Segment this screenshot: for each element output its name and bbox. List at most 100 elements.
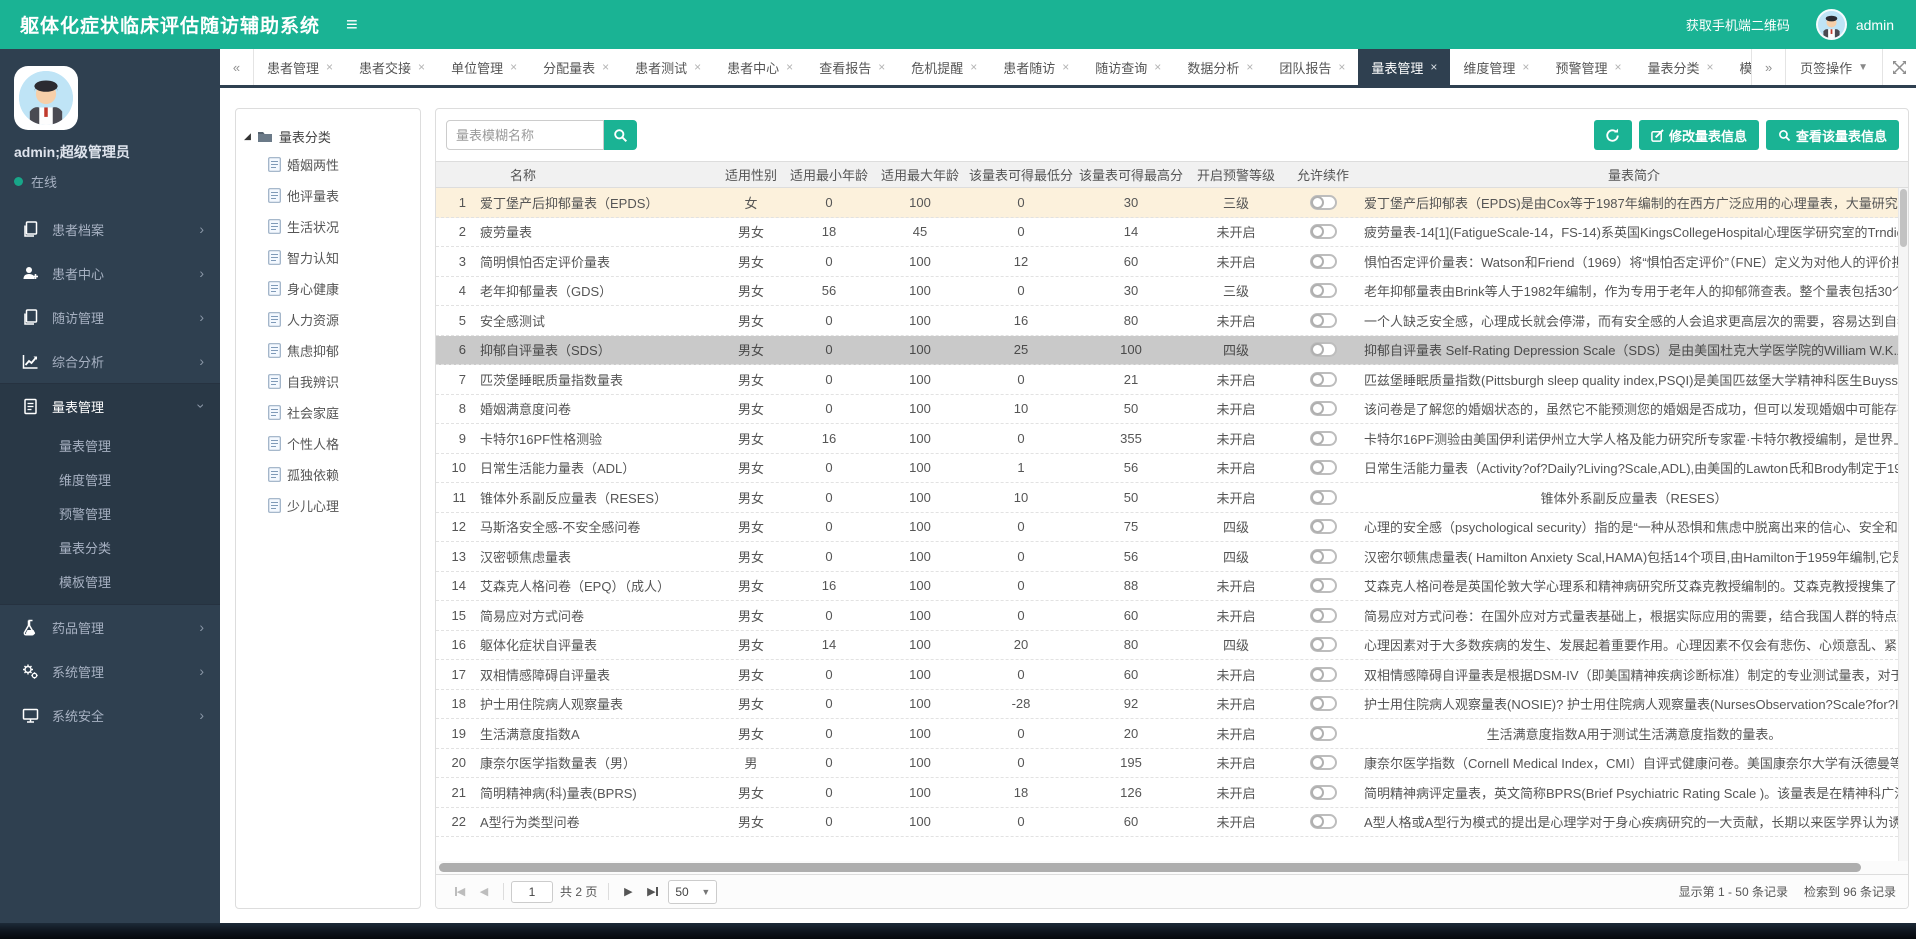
sidebar-item-系统安全[interactable]: 系统安全› — [0, 693, 220, 737]
tab-close-icon[interactable]: × — [786, 60, 793, 74]
table-row-11[interactable]: 11锥体外系副反应量表（RESES）男女01001050未开启锥体外系副反应量表… — [436, 483, 1908, 513]
column-header-该量表可得最低分[interactable]: 该量表可得最低分 — [966, 165, 1076, 184]
tab-close-icon[interactable]: × — [1246, 60, 1253, 74]
tab-close-icon[interactable]: × — [694, 60, 701, 74]
table-row-7[interactable]: 7匹茨堡睡眠质量指数量表男女0100021未开启匹兹堡睡眠质量指数(Pittsb… — [436, 365, 1908, 395]
table-row-19[interactable]: 19生活满意度指数A男女0100020未开启生活满意度指数A用于测试生活满意度指… — [436, 719, 1908, 749]
table-row-9[interactable]: 9卡特尔16PF性格测验男女161000355未开启卡特尔16PF测验由美国伊利… — [436, 424, 1908, 454]
allow-continue-toggle[interactable] — [1310, 578, 1337, 593]
table-row-16[interactable]: 16躯体化症状自评量表男女141002080四级心理因素对于大多数疾病的发生、发… — [436, 631, 1908, 661]
tree-item-个性人格[interactable]: 个性人格 — [244, 428, 412, 459]
tab-危机提醒[interactable]: 危机提醒× — [898, 49, 990, 85]
column-header-适用最小年龄[interactable]: 适用最小年龄 — [784, 165, 874, 184]
search-input[interactable] — [446, 120, 604, 150]
search-button[interactable] — [604, 120, 637, 150]
table-row-15[interactable]: 15简易应对方式问卷男女0100060未开启简易应对方式问卷：在国外应对方式量表… — [436, 601, 1908, 631]
tab-单位管理[interactable]: 单位管理× — [438, 49, 530, 85]
sidebar-item-量表管理[interactable]: 量表管理› — [0, 384, 220, 428]
sidebar-item-随访管理[interactable]: 随访管理› — [0, 295, 220, 339]
last-page-button[interactable]: ▶ — [640, 881, 664, 903]
tab-团队报告[interactable]: 团队报告× — [1266, 49, 1358, 85]
refresh-button[interactable] — [1594, 120, 1632, 150]
allow-continue-toggle[interactable] — [1310, 519, 1337, 534]
sidebar-item-患者中心[interactable]: 患者中心› — [0, 251, 220, 295]
allow-continue-toggle[interactable] — [1310, 549, 1337, 564]
tree-item-焦虑抑郁[interactable]: 焦虑抑郁 — [244, 335, 412, 366]
allow-continue-toggle[interactable] — [1310, 785, 1337, 800]
fullscreen-toggle-icon[interactable] — [1882, 49, 1916, 85]
table-row-13[interactable]: 13汉密顿焦虑量表男女0100056四级汉密尔顿焦虑量表( Hamilton A… — [436, 542, 1908, 572]
tree-expand-icon[interactable]: ◢ — [244, 131, 251, 142]
tab-量表管理[interactable]: 量表管理× — [1358, 49, 1450, 85]
tree-item-孤独依赖[interactable]: 孤独依赖 — [244, 459, 412, 490]
tab-close-icon[interactable]: × — [1614, 60, 1621, 74]
table-row-3[interactable]: 3简明惧怕否定评价量表男女01001260未开启惧怕否定评价量表：Watson和… — [436, 247, 1908, 277]
hamburger-menu-icon[interactable]: ≡ — [346, 15, 358, 35]
tab-查看报告[interactable]: 查看报告× — [806, 49, 898, 85]
allow-continue-toggle[interactable] — [1310, 814, 1337, 829]
tab-close-icon[interactable]: × — [1062, 60, 1069, 74]
tree-item-身心健康[interactable]: 身心健康 — [244, 273, 412, 304]
table-row-10[interactable]: 10日常生活能力量表（ADL）男女0100156未开启日常生活能力量表（Acti… — [436, 454, 1908, 484]
tab-数据分析[interactable]: 数据分析× — [1174, 49, 1266, 85]
tab-close-icon[interactable]: × — [970, 60, 977, 74]
sidebar-subitem-预警管理[interactable]: 预警管理 — [0, 496, 220, 530]
header-avatar[interactable] — [1816, 9, 1847, 40]
horizontal-scrollbar-thumb[interactable] — [439, 863, 1861, 872]
table-row-14[interactable]: 14艾森克人格问卷（EPQ）（成人）男女16100088未开启艾森克人格问卷是英… — [436, 572, 1908, 602]
tree-item-婚姻两性[interactable]: 婚姻两性 — [244, 149, 412, 180]
table-row-4[interactable]: 4老年抑郁量表（GDS）男女56100030三级老年抑郁量表由Brink等人于1… — [436, 277, 1908, 307]
tree-item-自我辨识[interactable]: 自我辨识 — [244, 366, 412, 397]
prev-page-button[interactable]: ◀ — [472, 881, 496, 903]
sidebar-subitem-模板管理[interactable]: 模板管理 — [0, 564, 220, 598]
tree-root-scale-category[interactable]: ◢ 量表分类 — [244, 123, 412, 149]
allow-continue-toggle[interactable] — [1310, 726, 1337, 741]
sidebar-subitem-量表分类[interactable]: 量表分类 — [0, 530, 220, 564]
table-row-18[interactable]: 18护士用住院病人观察量表男女0100-2892未开启护士用住院病人观察量表(N… — [436, 690, 1908, 720]
tab-close-icon[interactable]: × — [878, 60, 885, 74]
tab-close-icon[interactable]: × — [510, 60, 517, 74]
tab-close-icon[interactable]: × — [1338, 60, 1345, 74]
tree-item-人力资源[interactable]: 人力资源 — [244, 304, 412, 335]
allow-continue-toggle[interactable] — [1310, 372, 1337, 387]
tab-患者交接[interactable]: 患者交接× — [346, 49, 438, 85]
column-header-量表简介[interactable]: 量表简介 — [1360, 165, 1908, 184]
sidebar-item-综合分析[interactable]: 综合分析› — [0, 339, 220, 383]
page-size-select[interactable]: 50 ▼ — [668, 880, 717, 904]
sidebar-item-系统管理[interactable]: 系统管理› — [0, 649, 220, 693]
tab-分配量表[interactable]: 分配量表× — [530, 49, 622, 85]
tab-患者中心[interactable]: 患者中心× — [714, 49, 806, 85]
sidebar-item-患者档案[interactable]: 患者档案› — [0, 207, 220, 251]
column-header-该量表可得最高分[interactable]: 该量表可得最高分 — [1076, 165, 1186, 184]
table-row-8[interactable]: 8婚姻满意度问卷男女01001050未开启该问卷是了解您的婚姻状态的，虽然它不能… — [436, 395, 1908, 425]
allow-continue-toggle[interactable] — [1310, 195, 1337, 210]
column-header-名称[interactable]: 名称 — [466, 165, 718, 184]
allow-continue-toggle[interactable] — [1310, 401, 1337, 416]
horizontal-scrollbar[interactable] — [436, 861, 1908, 874]
allow-continue-toggle[interactable] — [1310, 608, 1337, 623]
tree-item-社会家庭[interactable]: 社会家庭 — [244, 397, 412, 428]
page-number-input[interactable]: 1 — [511, 881, 553, 903]
tree-item-他评量表[interactable]: 他评量表 — [244, 180, 412, 211]
sidebar-subitem-维度管理[interactable]: 维度管理 — [0, 462, 220, 496]
table-row-17[interactable]: 17双相情感障碍自评量表男女0100060未开启双相情感障碍自评量表是根据DSM… — [436, 660, 1908, 690]
allow-continue-toggle[interactable] — [1310, 460, 1337, 475]
tabs-scroll-left-button[interactable]: « — [220, 49, 254, 85]
tab-维度管理[interactable]: 维度管理× — [1450, 49, 1542, 85]
header-username[interactable]: admin — [1856, 17, 1894, 33]
tab-患者测试[interactable]: 患者测试× — [622, 49, 714, 85]
tab-患者随访[interactable]: 患者随访× — [990, 49, 1082, 85]
first-page-button[interactable]: ◀ — [448, 881, 472, 903]
allow-continue-toggle[interactable] — [1310, 431, 1337, 446]
tab-量表分类[interactable]: 量表分类× — [1634, 49, 1726, 85]
column-header-开启预警等级[interactable]: 开启预警等级 — [1186, 165, 1286, 184]
allow-continue-toggle[interactable] — [1310, 254, 1337, 269]
sidebar-avatar[interactable] — [14, 66, 78, 130]
view-scale-button[interactable]: 查看该量表信息 — [1766, 120, 1899, 150]
allow-continue-toggle[interactable] — [1310, 696, 1337, 711]
table-row-12[interactable]: 12马斯洛安全感-不安全感问卷男女0100075四级心理的安全感（psychol… — [436, 513, 1908, 543]
tab-患者管理[interactable]: 患者管理× — [254, 49, 346, 85]
next-page-button[interactable]: ▶ — [616, 881, 640, 903]
tab-close-icon[interactable]: × — [1522, 60, 1529, 74]
table-row-21[interactable]: 21简明精神病(科)量表(BPRS)男女010018126未开启简明精神病评定量… — [436, 778, 1908, 808]
